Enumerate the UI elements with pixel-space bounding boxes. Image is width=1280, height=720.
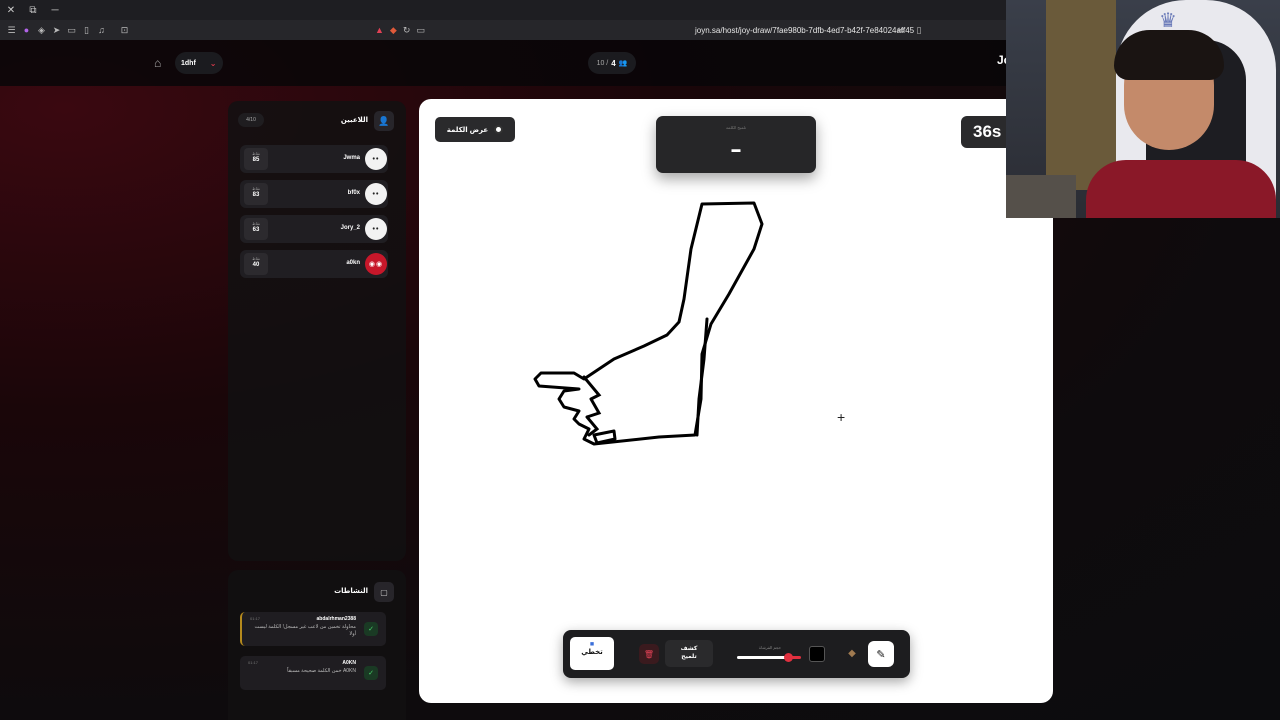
- score-label: نقاط: [251, 221, 261, 226]
- players-count-pill: 10 / 4 👥: [588, 52, 636, 74]
- site-settings-icon[interactable]: ⇋: [897, 25, 905, 36]
- cast-icon[interactable]: ▭: [416, 25, 425, 36]
- hint-label-line2: تلميح: [681, 654, 697, 660]
- room-code-pill[interactable]: 1dhf ⌄: [175, 52, 223, 74]
- skip-icon: ■: [589, 641, 595, 648]
- home-icon[interactable]: ⌂: [154, 56, 168, 70]
- score-label: نقاط: [251, 256, 261, 261]
- drawing-strokes: [533, 201, 764, 446]
- player-name: Jory_2: [340, 225, 360, 231]
- word-blanks: ▬: [731, 144, 741, 154]
- webcam-overlay: ♛: [1006, 0, 1280, 218]
- streamer-hair: [1114, 30, 1224, 80]
- word-hint-label: تلميح الكلمة: [726, 125, 746, 130]
- reload-icon[interactable]: ↻: [403, 25, 411, 36]
- avatar: ••: [365, 218, 387, 240]
- avatar: ••: [365, 183, 387, 205]
- warning-icon[interactable]: ▲: [375, 25, 384, 35]
- player-score: 63: [252, 227, 260, 233]
- sidebar-icon[interactable]: ▯: [79, 20, 94, 40]
- close-window-icon[interactable]: ✕: [0, 0, 22, 20]
- hint-label-line1: كشف: [680, 646, 698, 652]
- send-icon[interactable]: ➤: [49, 20, 64, 40]
- activity-time: 01:17: [250, 616, 261, 621]
- brush-size-thumb[interactable]: [784, 653, 794, 662]
- background-shelf: [1046, 0, 1116, 190]
- avatar: ◉◉: [365, 253, 387, 275]
- avatar: ••: [365, 148, 387, 170]
- address-bar[interactable]: joyn.sa/host/joy-draw/7fae980b-7dfb-4ed7…: [695, 23, 914, 37]
- minimize-window-icon[interactable]: ─: [44, 0, 66, 20]
- activity-item: 01:17 A0KN A0KN خمن الكلمة صحيحة مسبقاً …: [240, 656, 386, 690]
- drawing-toolbox: ■ تخطي 🗑 كشف تلميح حجم الفرشاة ◆ ✎: [563, 630, 910, 678]
- word-hint-box: تلميح الكلمة ▬: [656, 116, 816, 173]
- drawing-canvas[interactable]: عرض الكلمة تلميح الكلمة ▬ 36s + ■ تخطي 🗑…: [419, 99, 1053, 703]
- eraser-icon[interactable]: ◆: [845, 646, 859, 660]
- activity-text: A0KN خمن الكلمة صحيحة مسبقاً: [287, 668, 356, 674]
- pencil-icon: ✎: [876, 648, 886, 661]
- score-box: نقاط 85: [244, 148, 268, 170]
- score-label: نقاط: [251, 186, 261, 191]
- activity-item: 01:17 abdalrhman2388 محاولة تخمين من لاع…: [240, 612, 386, 646]
- activity-user: A0KN: [342, 660, 356, 666]
- extension-icon[interactable]: ●: [19, 20, 34, 40]
- players-max: 10 /: [596, 59, 609, 67]
- screenshot-icon[interactable]: ⊡: [117, 20, 132, 40]
- eye-icon: [494, 125, 504, 134]
- brave-shield-icon[interactable]: ◆: [390, 25, 397, 36]
- players-current: 4: [611, 58, 616, 68]
- user-check-icon: ✓: [364, 666, 378, 680]
- player-row: نقاط 85 Jwma ••: [240, 145, 388, 173]
- player-score: 85: [252, 157, 260, 163]
- activity-time: 01:17: [248, 660, 259, 665]
- activity-title: النشاطات: [334, 588, 368, 595]
- menu-icon[interactable]: ☰: [4, 20, 19, 40]
- score-label: نقاط: [251, 151, 261, 156]
- activity-panel: النشاطات ▢ 01:17 abdalrhman2388 محاولة ت…: [228, 570, 406, 720]
- user-check-icon: ✓: [364, 622, 378, 636]
- pen-tool-button[interactable]: ✎: [868, 641, 894, 667]
- shield-icon[interactable]: ◈: [34, 20, 49, 40]
- color-picker[interactable]: [809, 646, 825, 662]
- score-box: نقاط 63: [244, 218, 268, 240]
- player-name: a0kn: [346, 260, 360, 266]
- bookmark-icon[interactable]: ▯: [917, 25, 922, 36]
- trash-icon: 🗑: [643, 649, 655, 659]
- streamer-shirt: [1086, 160, 1276, 218]
- chat-icon: ▢: [374, 582, 394, 602]
- tabs-icon[interactable]: ▭: [64, 20, 79, 40]
- brush-size-label: حجم الفرشاة: [759, 645, 782, 650]
- crosshair-cursor-icon: +: [837, 409, 846, 425]
- activity-user: abdalrhman2388: [316, 616, 356, 622]
- score-box: نقاط 40: [244, 253, 268, 275]
- activity-text: محاولة تخمين من لاعب غير مسجل! الكلمة لي…: [254, 624, 356, 637]
- show-word-button[interactable]: عرض الكلمة: [435, 117, 515, 142]
- background-desk: [1006, 175, 1076, 218]
- player-row: نقاط 40 a0kn ◉◉: [240, 250, 388, 278]
- player-score: 83: [252, 192, 260, 198]
- reveal-hint-button[interactable]: كشف تلميح: [665, 640, 713, 667]
- players-count-badge: 4/10: [238, 113, 264, 127]
- skip-button[interactable]: ■ تخطي: [570, 637, 614, 670]
- room-code: 1dhf: [181, 59, 196, 67]
- player-row: نقاط 83 bf0x ••: [240, 180, 388, 208]
- player-row: نقاط 63 Jory_2 ••: [240, 215, 388, 243]
- players-title: اللاعبين: [340, 117, 368, 124]
- restore-window-icon[interactable]: ⧉: [22, 0, 44, 20]
- users-icon: 👥: [618, 60, 628, 67]
- skip-label: تخطي: [581, 649, 603, 656]
- score-box: نقاط 83: [244, 183, 268, 205]
- room-status-icon: ⌄: [209, 58, 217, 68]
- players-panel: 4/10 اللاعبين 👤 نقاط 85 Jwma •• نقاط 83 …: [228, 101, 406, 561]
- player-name: Jwma: [343, 155, 360, 161]
- player-name: bf0x: [347, 190, 360, 196]
- users-icon: 👤: [374, 111, 394, 131]
- show-word-label: عرض الكلمة: [446, 126, 489, 134]
- player-score: 40: [252, 262, 260, 268]
- music-icon[interactable]: ♫: [94, 20, 109, 40]
- game-page: ⌂ 1dhf ⌄ 10 / 4 👥 Joy 4/10 اللاعبين 👤 نق…: [0, 0, 1280, 720]
- clear-canvas-button[interactable]: 🗑: [639, 644, 659, 664]
